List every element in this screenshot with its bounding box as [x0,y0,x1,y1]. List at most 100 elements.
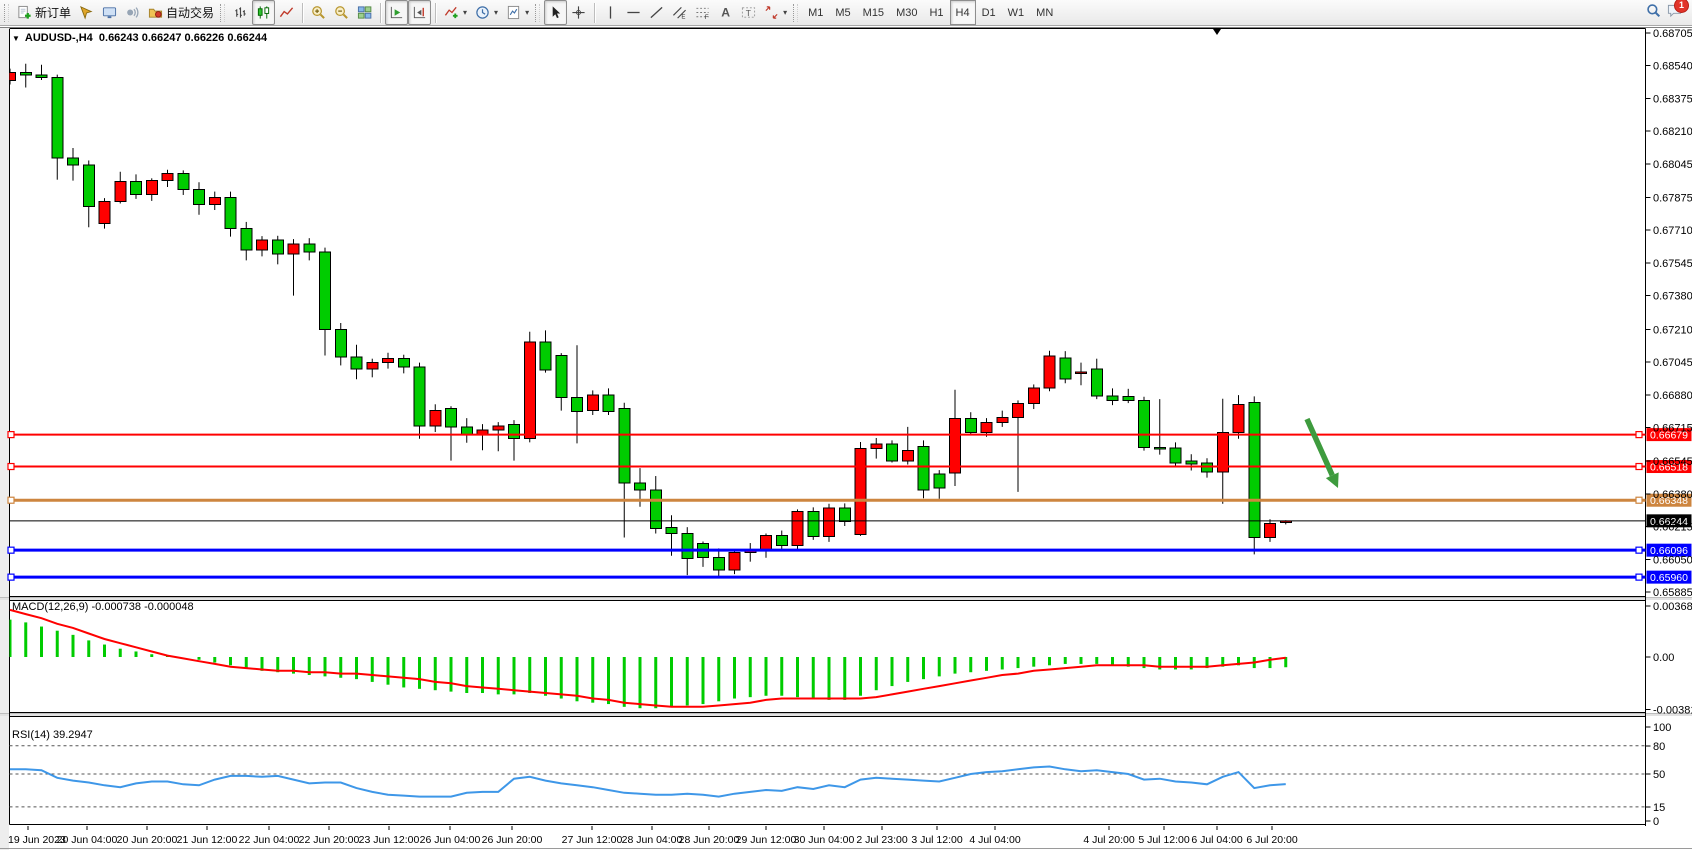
zoom-out-button[interactable] [330,0,353,25]
timeframe-m15-button[interactable]: M15 [857,0,890,25]
zoom-out-icon [334,5,349,20]
svg-text:0.67045: 0.67045 [1653,357,1692,369]
chart-symbol: AUDUSD-,H4 [25,32,93,44]
svg-text:27 Jun 12:00: 27 Jun 12:00 [562,834,623,846]
fibonacci-button[interactable]: F [691,0,714,25]
svg-text:20 Jun 20:00: 20 Jun 20:00 [117,834,178,846]
svg-text:0.68210: 0.68210 [1653,126,1692,138]
new-order-button[interactable]: 新订单 [13,0,75,25]
periods-icon [475,5,490,20]
auto-scroll-button[interactable] [385,0,408,25]
svg-text:100: 100 [1653,722,1671,734]
text-icon: A [718,5,733,20]
svg-text:0.67380: 0.67380 [1653,291,1692,303]
bar-chart-button[interactable] [229,0,252,25]
equidistant-channel-button[interactable]: E [668,0,691,25]
svg-text:23 Jun 12:00: 23 Jun 12:00 [359,834,420,846]
macd-values: -0.000738 -0.000048 [91,601,193,613]
svg-text:0.67875: 0.67875 [1653,193,1692,205]
cursor-icon [548,5,563,20]
vertical-line-button[interactable] [599,0,622,25]
fibonacci-icon: F [695,5,710,20]
svg-text:0.66050: 0.66050 [1653,554,1692,566]
new-order-icon [17,5,32,20]
bars-icon [233,5,248,20]
toolbar-grip [220,4,225,22]
text-label-button[interactable]: T [737,0,760,25]
svg-text:22 Jun 04:00: 22 Jun 04:00 [239,834,300,846]
arrows-button[interactable]: ▾ [760,0,791,25]
toolbar-grip [793,4,798,22]
text-label-icon: T [741,5,756,20]
mql-community-button[interactable] [75,0,98,25]
search-button[interactable] [1646,3,1661,23]
toolbar-separator [302,3,303,23]
timeframe-h4-button[interactable]: H4 [950,0,976,25]
autotrading-button[interactable]: 自动交易 [144,0,218,25]
horizontal-line-button[interactable] [622,0,645,25]
timeframe-h1-button[interactable]: H1 [923,0,949,25]
chevron-down-icon: ▾ [463,8,467,17]
rsi-pane[interactable] [10,717,1646,825]
zoom-in-button[interactable] [307,0,330,25]
svg-text:A: A [721,6,730,20]
timeframe-mn-button[interactable]: MN [1030,0,1059,25]
svg-text:T: T [746,8,751,18]
timeframe-m30-button[interactable]: M30 [890,0,923,25]
svg-text:6 Jul 20:00: 6 Jul 20:00 [1246,834,1298,846]
megaphone-icon [125,5,140,20]
chart-canvas[interactable]: 0.666790.665180.663480.660960.659600.662… [0,0,1692,850]
indicators-button[interactable]: ▾ [440,0,471,25]
line-chart-button[interactable] [275,0,298,25]
candlestick-chart-button[interactable] [252,0,275,25]
svg-text:0.66715: 0.66715 [1653,422,1692,434]
toolbar-separator [380,3,381,23]
chart-profile-button[interactable] [98,0,121,25]
svg-text:0.68540: 0.68540 [1653,61,1692,73]
svg-text:0.67710: 0.67710 [1653,225,1692,237]
search-icon [1646,5,1661,22]
templates-icon [506,5,521,20]
svg-text:80: 80 [1653,741,1665,753]
timeframe-m5-button[interactable]: M5 [829,0,856,25]
crosshair-button[interactable] [567,0,590,25]
svg-text:-0.00381: -0.00381 [1653,705,1692,717]
timeframe-w1-button[interactable]: W1 [1002,0,1031,25]
svg-text:0.68045: 0.68045 [1653,159,1692,171]
indicators-icon [444,5,459,20]
svg-text:0.66545: 0.66545 [1653,456,1692,468]
timeframe-d1-button[interactable]: D1 [976,0,1002,25]
svg-text:E: E [681,14,685,20]
svg-text:21 Jun 12:00: 21 Jun 12:00 [177,834,238,846]
trendline-icon [649,5,664,20]
chevron-down-icon: ▾ [525,8,529,17]
svg-text:0.65960: 0.65960 [1650,572,1688,584]
text-button[interactable]: A [714,0,737,25]
arrows-icon [764,5,779,20]
rsi-label: RSI(14) 39.2947 [12,729,93,741]
svg-text:0: 0 [1653,816,1659,828]
svg-text:0.67210: 0.67210 [1653,324,1692,336]
svg-text:15: 15 [1653,802,1665,814]
tile-windows-button[interactable] [353,0,376,25]
cursor-button[interactable] [544,0,567,25]
gold-cursor-icon [79,5,94,20]
toolbar-right: 1 [1646,3,1682,23]
svg-text:50: 50 [1653,769,1665,781]
channel-icon: E [672,5,687,20]
new-order-button-label: 新订单 [35,4,71,21]
alerts-button[interactable] [121,0,144,25]
periods-button[interactable]: ▾ [471,0,502,25]
timeframe-m1-button[interactable]: M1 [802,0,829,25]
trendline-button[interactable] [645,0,668,25]
notification-badge: 1 [1674,0,1689,13]
vline-icon [603,5,618,20]
notifications-button[interactable]: 1 [1667,3,1682,23]
svg-text:26 Jun 04:00: 26 Jun 04:00 [420,834,481,846]
chart-shift-button[interactable] [408,0,431,25]
chart-title: ▼AUDUSD-,H4 0.66243 0.66247 0.66226 0.66… [12,32,267,44]
chart-collapse-icon[interactable]: ▼ [12,34,20,43]
svg-text:0.68705: 0.68705 [1653,28,1692,40]
templates-button[interactable]: ▾ [502,0,533,25]
hline-icon [626,5,641,20]
